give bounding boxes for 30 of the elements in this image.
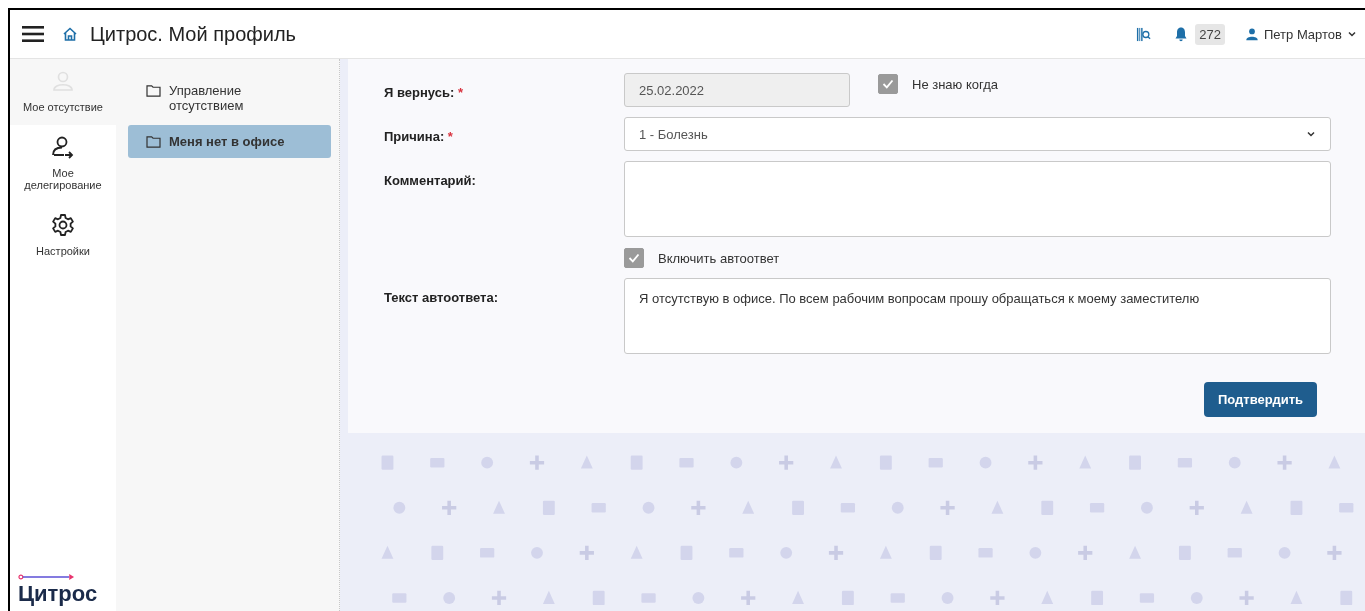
menu-icon[interactable] <box>22 25 44 43</box>
page-title: Цитрос. Мой профиль <box>90 22 296 46</box>
field-label: Я вернусь: * <box>384 85 463 100</box>
text-area[interactable]: Я отсутствую в офисе. По всем рабочим вопросам прошу обращаться к моему заместителю <box>624 278 1331 354</box>
checkbox-label: Включить автоответ <box>658 250 780 266</box>
person-icon <box>1244 27 1259 41</box>
field-label: Причина: * <box>384 129 453 144</box>
home-icon[interactable] <box>62 26 78 42</box>
nav-item[interactable]: Мое отсутствие <box>10 59 116 126</box>
folder-item[interactable]: Меня нет в офисе <box>128 125 331 158</box>
checkmark-icon <box>627 251 641 265</box>
folder-icon <box>146 135 161 148</box>
user-menu[interactable]: Петр Мартов <box>1244 26 1357 42</box>
field-label: Комментарий: <box>384 173 476 188</box>
submit-button[interactable]: Подтвердить <box>1204 382 1317 417</box>
checkbox-label: Не знаю когда <box>912 76 998 92</box>
folder-item[interactable]: Управление отсутствием <box>128 77 331 119</box>
chevron-down-icon <box>1347 29 1357 39</box>
checkbox[interactable] <box>624 248 644 268</box>
chevron-down-icon <box>1306 129 1316 139</box>
gear-icon <box>51 213 75 238</box>
notification-count[interactable]: 272 <box>1195 23 1225 45</box>
dropdown[interactable]: 1 - Болезнь <box>624 117 1331 151</box>
person-arrow-icon <box>51 135 75 160</box>
barcode-search-icon[interactable] <box>1136 26 1152 42</box>
checkmark-icon <box>881 77 895 91</box>
field-label: Текст автоответа: <box>384 290 499 305</box>
logo-text: Цитрос <box>18 581 98 606</box>
logo-arrow-icon <box>18 573 76 581</box>
folder-icon <box>146 84 161 97</box>
